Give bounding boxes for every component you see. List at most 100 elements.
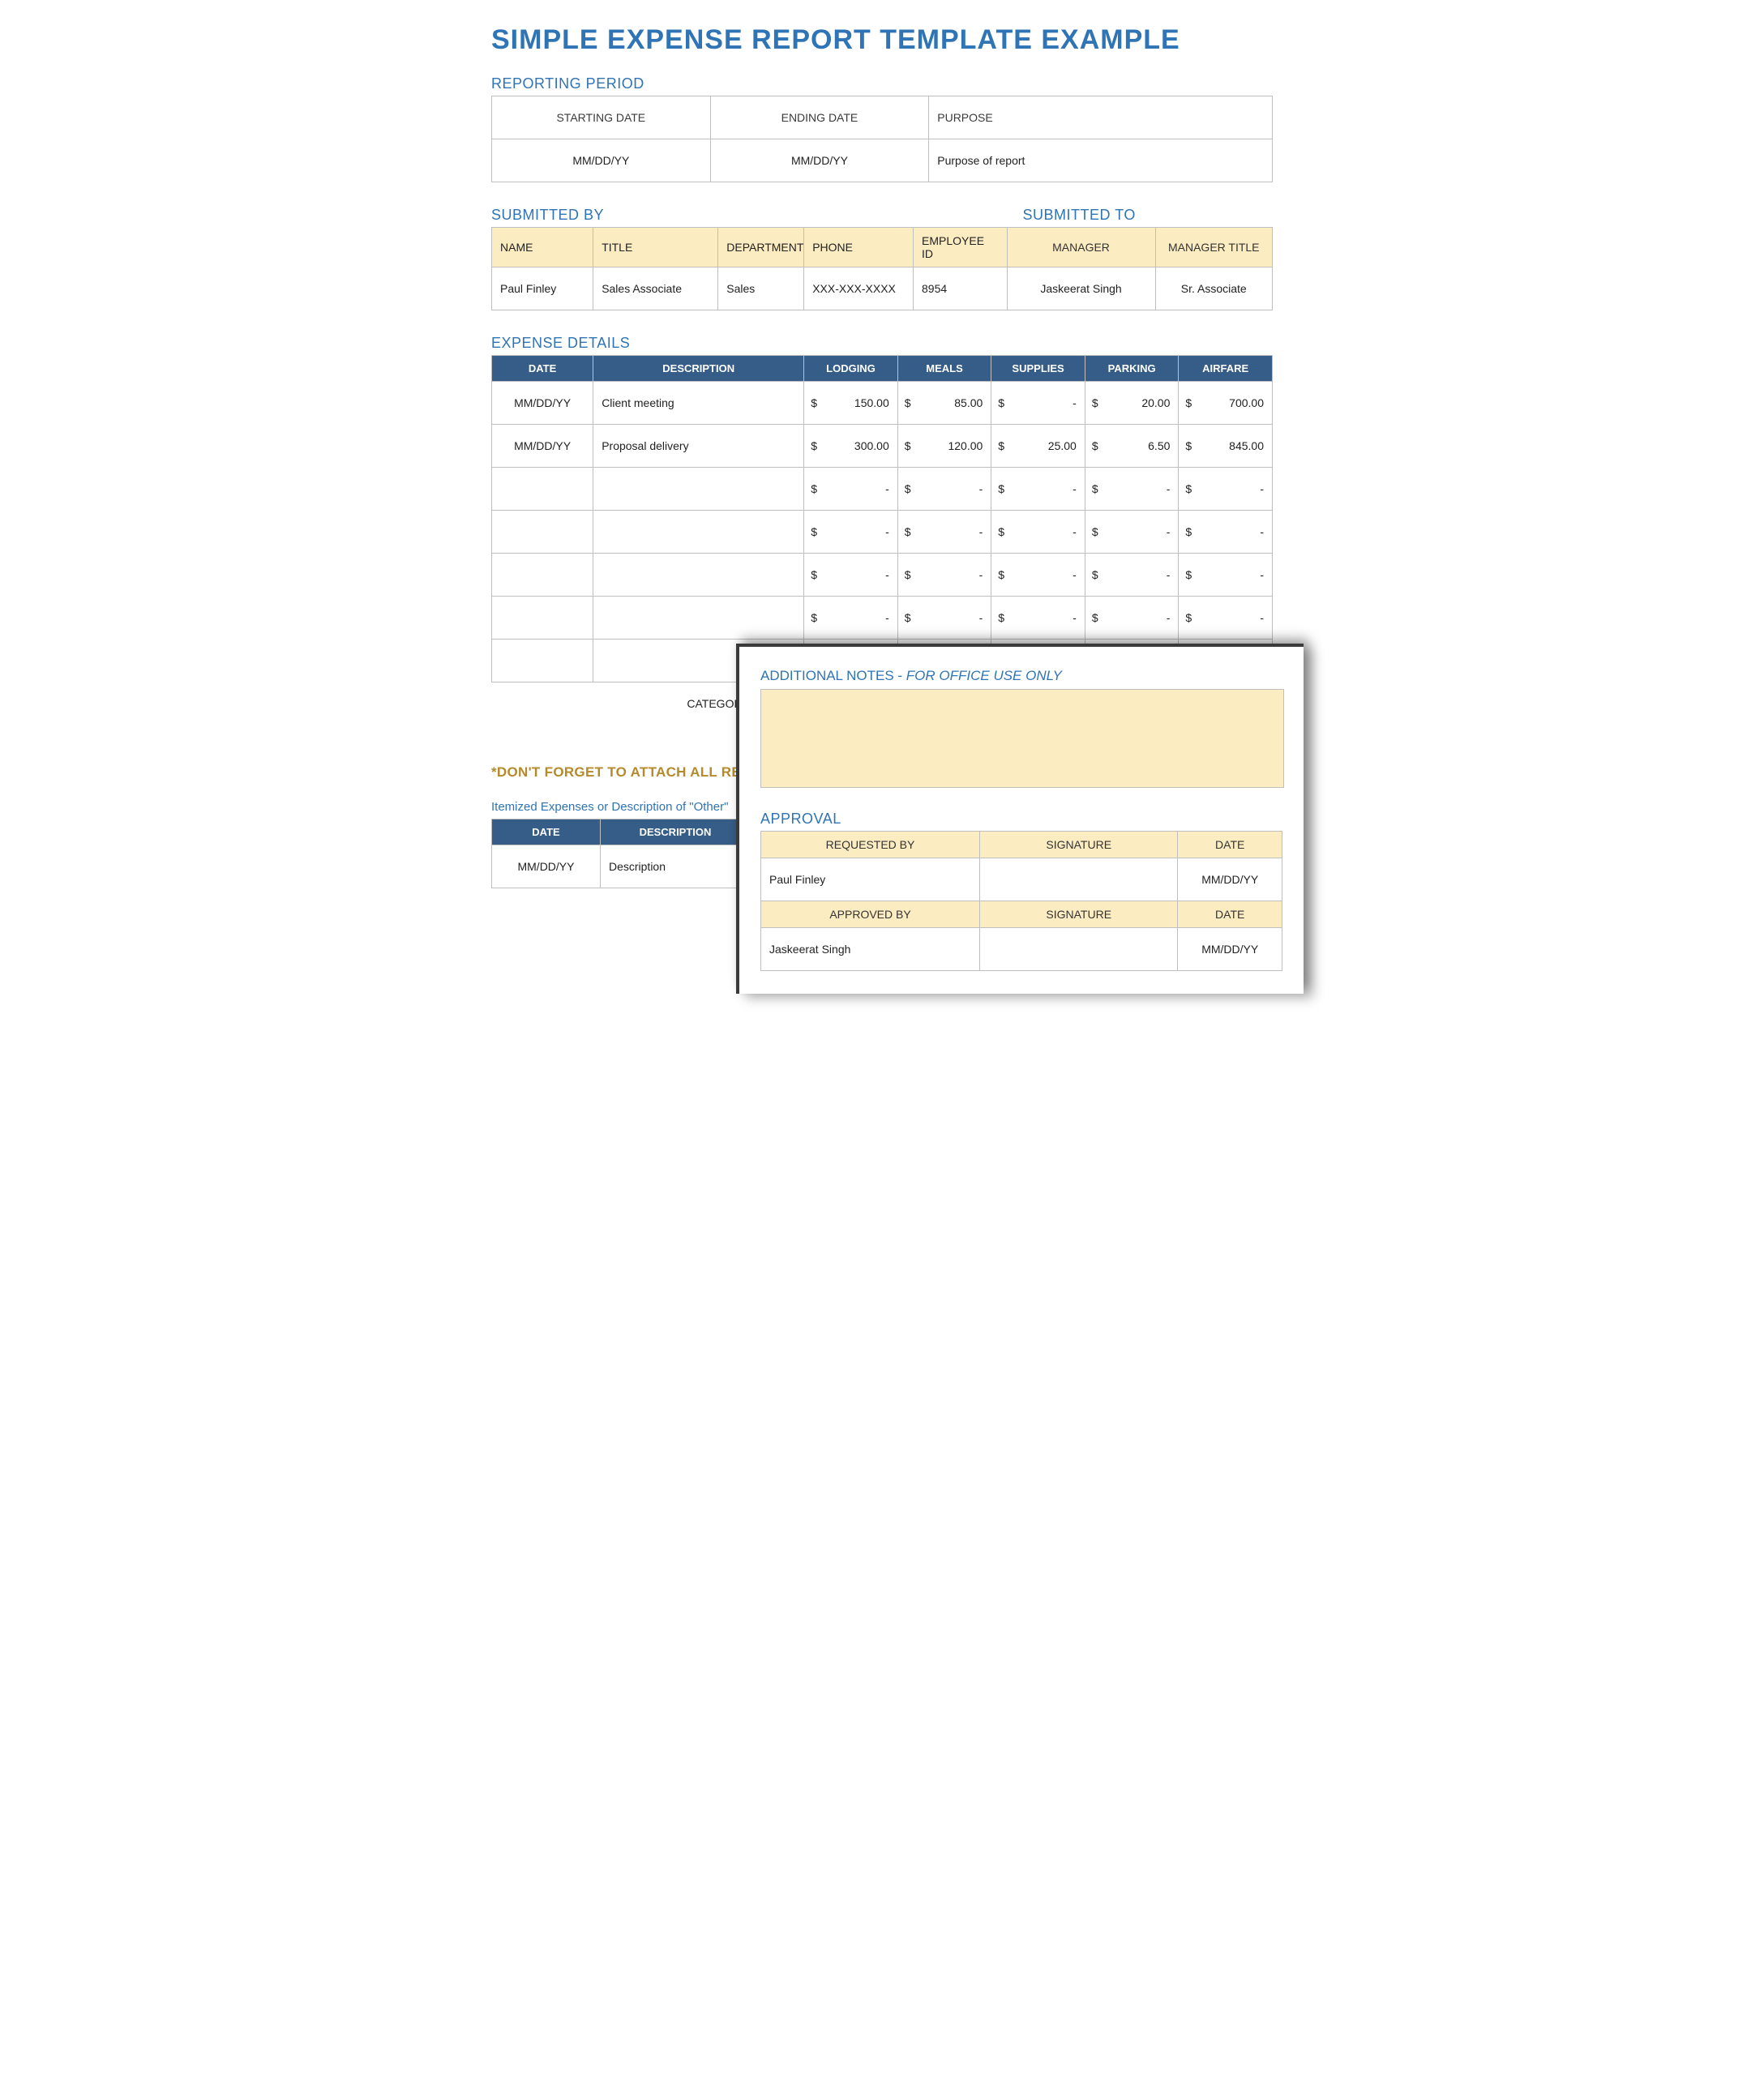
expense-date[interactable] xyxy=(492,597,593,640)
expense-description[interactable]: Client meeting xyxy=(593,382,804,425)
money-cell[interactable]: $- xyxy=(991,597,1085,640)
money-cell[interactable]: $- xyxy=(991,554,1085,597)
money-cell[interactable]: $- xyxy=(1085,511,1179,554)
val-purpose[interactable]: Purpose of report xyxy=(929,139,1273,182)
expense-hdr-supplies: SUPPLIES xyxy=(991,356,1085,382)
money-cell[interactable]: $- xyxy=(804,511,898,554)
val-department[interactable]: Sales xyxy=(718,267,804,310)
val-employee-id[interactable]: 8954 xyxy=(914,267,1008,310)
section-expense-details: EXPENSE DETAILS xyxy=(491,335,1273,352)
expense-date[interactable]: MM/DD/YY xyxy=(492,382,593,425)
val-phone[interactable]: XXX-XXX-XXXX xyxy=(804,267,914,310)
amount-value: - xyxy=(1073,525,1077,538)
money-cell[interactable]: $150.00 xyxy=(804,382,898,425)
currency-sign: $ xyxy=(1185,396,1192,409)
money-cell[interactable]: $20.00 xyxy=(1085,382,1179,425)
money-cell[interactable]: $- xyxy=(804,597,898,640)
val-date-2[interactable]: MM/DD/YY xyxy=(1178,928,1282,971)
amount-value: - xyxy=(885,568,889,581)
money-cell[interactable]: $- xyxy=(991,511,1085,554)
additional-notes-box[interactable] xyxy=(760,689,1284,788)
currency-sign: $ xyxy=(811,568,817,581)
money-cell[interactable]: $- xyxy=(804,554,898,597)
expense-hdr-date: DATE xyxy=(492,356,593,382)
money-cell[interactable]: $- xyxy=(897,554,991,597)
expense-date[interactable] xyxy=(492,511,593,554)
amount-value: 150.00 xyxy=(854,396,889,409)
amount-value: - xyxy=(1260,611,1264,624)
currency-sign: $ xyxy=(811,525,817,538)
money-cell[interactable]: $- xyxy=(1179,554,1273,597)
expense-description[interactable]: Proposal delivery xyxy=(593,425,804,468)
money-cell[interactable]: $- xyxy=(1085,597,1179,640)
money-cell[interactable]: $- xyxy=(804,468,898,511)
val-ending-date[interactable]: MM/DD/YY xyxy=(710,139,929,182)
hdr-phone: PHONE xyxy=(804,228,914,267)
hdr-purpose: PURPOSE xyxy=(929,96,1273,139)
money-cell[interactable]: $- xyxy=(897,597,991,640)
expense-row: MM/DD/YYProposal delivery$300.00$120.00$… xyxy=(492,425,1273,468)
submitted-table: NAME TITLE DEPARTMENT PHONE EMPLOYEE ID … xyxy=(491,227,1273,310)
money-cell[interactable]: $845.00 xyxy=(1179,425,1273,468)
val-manager[interactable]: Jaskeerat Singh xyxy=(1007,267,1155,310)
expense-row: $-$-$-$-$- xyxy=(492,554,1273,597)
money-cell[interactable]: $- xyxy=(897,468,991,511)
currency-sign: $ xyxy=(905,439,911,452)
expense-row: $-$-$-$-$- xyxy=(492,468,1273,511)
expense-description[interactable] xyxy=(593,511,804,554)
val-name[interactable]: Paul Finley xyxy=(492,267,593,310)
money-cell[interactable]: $- xyxy=(1085,554,1179,597)
val-title[interactable]: Sales Associate xyxy=(593,267,718,310)
val-starting-date[interactable]: MM/DD/YY xyxy=(492,139,711,182)
expense-date[interactable] xyxy=(492,554,593,597)
currency-sign: $ xyxy=(1185,568,1192,581)
val-requested-by[interactable]: Paul Finley xyxy=(761,858,980,901)
money-cell[interactable]: $120.00 xyxy=(897,425,991,468)
hdr-title: TITLE xyxy=(593,228,718,267)
hdr-name: NAME xyxy=(492,228,593,267)
money-cell[interactable]: $300.00 xyxy=(804,425,898,468)
currency-sign: $ xyxy=(1092,482,1098,495)
val-approved-by[interactable]: Jaskeerat Singh xyxy=(761,928,980,971)
amount-value: - xyxy=(1167,525,1171,538)
expense-description[interactable] xyxy=(593,554,804,597)
money-cell[interactable]: $- xyxy=(1179,511,1273,554)
money-cell[interactable]: $25.00 xyxy=(991,425,1085,468)
notes-title-a: ADDITIONAL NOTES - xyxy=(760,668,906,683)
amount-value: - xyxy=(1073,568,1077,581)
expense-report-page: SIMPLE EXPENSE REPORT TEMPLATE EXAMPLE R… xyxy=(469,0,1295,986)
currency-sign: $ xyxy=(998,439,1004,452)
expense-date[interactable]: MM/DD/YY xyxy=(492,425,593,468)
currency-sign: $ xyxy=(905,482,911,495)
money-cell[interactable]: $700.00 xyxy=(1179,382,1273,425)
amount-value: 120.00 xyxy=(948,439,983,452)
itemized-description[interactable]: Description xyxy=(600,845,750,888)
reporting-period-table: STARTING DATE ENDING DATE PURPOSE MM/DD/… xyxy=(491,96,1273,182)
amount-value: 25.00 xyxy=(1048,439,1077,452)
currency-sign: $ xyxy=(998,568,1004,581)
money-cell[interactable]: $- xyxy=(897,511,991,554)
money-cell[interactable]: $- xyxy=(1085,468,1179,511)
money-cell[interactable]: $- xyxy=(991,382,1085,425)
expense-date[interactable] xyxy=(492,640,593,682)
money-cell[interactable]: $- xyxy=(1179,597,1273,640)
hdr-starting-date: STARTING DATE xyxy=(492,96,711,139)
currency-sign: $ xyxy=(1185,611,1192,624)
val-signature-1[interactable] xyxy=(980,858,1178,901)
itemized-date[interactable]: MM/DD/YY xyxy=(492,845,601,888)
expense-description[interactable] xyxy=(593,468,804,511)
val-date-1[interactable]: MM/DD/YY xyxy=(1178,858,1282,901)
money-cell[interactable]: $6.50 xyxy=(1085,425,1179,468)
expense-hdr-meals: MEALS xyxy=(897,356,991,382)
hdr-ending-date: ENDING DATE xyxy=(710,96,929,139)
expense-description[interactable] xyxy=(593,597,804,640)
money-cell[interactable]: $- xyxy=(1179,468,1273,511)
expense-hdr-airfare: AIRFARE xyxy=(1179,356,1273,382)
expense-date[interactable] xyxy=(492,468,593,511)
amount-value: - xyxy=(1073,396,1077,409)
itemized-table: DATE DESCRIPTION MM/DD/YYDescription xyxy=(491,819,751,888)
val-manager-title[interactable]: Sr. Associate xyxy=(1155,267,1272,310)
money-cell[interactable]: $85.00 xyxy=(897,382,991,425)
val-signature-2[interactable] xyxy=(980,928,1178,971)
money-cell[interactable]: $- xyxy=(991,468,1085,511)
